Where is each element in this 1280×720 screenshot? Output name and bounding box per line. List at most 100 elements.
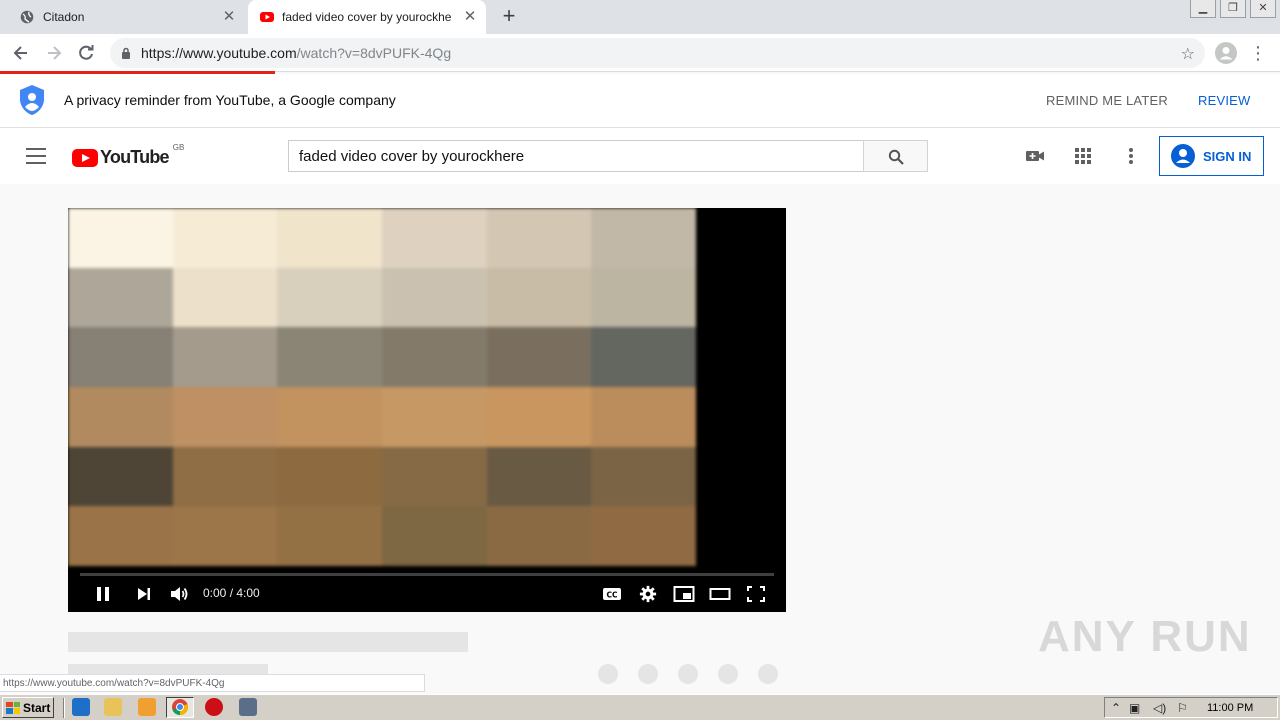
search-button[interactable]	[863, 140, 928, 172]
video-frame-block	[277, 208, 382, 268]
chrome-icon	[172, 699, 189, 716]
video-frame-block	[277, 506, 382, 566]
url-text: https://www.youtube.com/watch?v=8dvPUFK-…	[141, 45, 452, 61]
video-frame-block	[68, 327, 173, 387]
miniplayer-icon[interactable]	[673, 585, 695, 603]
minimize-button[interactable]: ▁	[1190, 0, 1216, 18]
speaker-icon[interactable]: ◁)	[1153, 701, 1166, 715]
guide-menu-icon[interactable]	[26, 148, 46, 164]
video-frame-block	[381, 387, 487, 447]
captions-icon[interactable]: CC	[602, 585, 622, 603]
video-frame-block	[172, 327, 278, 387]
privacy-reminder-banner: A privacy reminder from YouTube, a Googl…	[0, 74, 1280, 128]
loading-dot	[638, 664, 658, 684]
search-value: faded video cover by yourockhere	[299, 148, 525, 165]
close-icon[interactable]: ✕	[221, 9, 237, 25]
tab-youtube[interactable]: faded video cover by yourockhere - ✕	[248, 0, 486, 34]
video-frame-block	[381, 208, 487, 268]
restore-button[interactable]: ❐	[1220, 0, 1246, 18]
opera-icon[interactable]	[205, 698, 223, 716]
next-video-icon[interactable]	[135, 585, 153, 603]
apps-grid-icon[interactable]	[1073, 146, 1093, 166]
video-frame-block	[591, 267, 696, 328]
internet-explorer-icon[interactable]	[72, 698, 90, 716]
close-icon[interactable]: ✕	[462, 9, 478, 25]
review-button[interactable]: REVIEW	[1198, 93, 1250, 108]
profile-avatar-icon[interactable]	[1215, 42, 1237, 64]
network-icon[interactable]: ▣	[1129, 701, 1140, 715]
video-frame-block	[486, 446, 592, 507]
chrome-taskbar-button[interactable]	[166, 697, 194, 718]
video-frame[interactable]	[68, 208, 696, 566]
video-frame-block	[68, 506, 173, 566]
loading-dot	[598, 664, 618, 684]
video-frame-block	[591, 208, 696, 268]
video-frame-block	[591, 446, 696, 507]
tray-expand-icon[interactable]: ⌃	[1111, 701, 1121, 715]
video-frame-block	[277, 327, 382, 387]
video-frame-block	[486, 208, 592, 268]
system-tray: ⌃ ▣ ◁) ⚐ 11:00 PM	[1104, 697, 1278, 718]
youtube-masthead: YouTube GB faded video cover by yourockh…	[0, 128, 1280, 184]
browser-menu-icon[interactable]: ⋮	[1249, 42, 1267, 64]
video-frame-block	[381, 267, 487, 328]
video-frame-block	[277, 267, 382, 328]
browser-tab-strip: Citadon ✕ faded video cover by yourockhe…	[0, 0, 1280, 34]
window-controls: ▁ ❐ ✕	[1190, 0, 1280, 18]
back-icon[interactable]	[10, 42, 32, 64]
sign-in-button[interactable]: SIGN IN	[1159, 136, 1264, 176]
theater-mode-icon[interactable]	[709, 585, 731, 603]
taskbar-clock: 11:00 PM	[1207, 702, 1254, 714]
youtube-favicon-icon	[260, 12, 274, 22]
settings-gear-icon[interactable]	[638, 585, 658, 603]
sign-in-label: SIGN IN	[1203, 148, 1252, 164]
media-player-icon[interactable]	[138, 698, 156, 716]
video-frame-block	[68, 446, 173, 507]
time-display: 0:00 / 4:00	[203, 586, 260, 600]
windows-taskbar: Start ⌃ ▣ ◁) ⚐ 11:00 PM	[0, 694, 1280, 720]
fullscreen-icon[interactable]	[746, 585, 766, 603]
remind-me-later-button[interactable]: REMIND ME LATER	[1046, 93, 1168, 108]
tab-title: faded video cover by yourockhere -	[282, 10, 452, 24]
forward-icon[interactable]	[43, 42, 65, 64]
action-center-flag-icon[interactable]: ⚐	[1177, 701, 1188, 715]
loading-dot	[678, 664, 698, 684]
video-frame-block	[591, 387, 696, 447]
video-frame-block	[486, 267, 592, 328]
bookmark-star-icon[interactable]: ☆	[1181, 44, 1195, 64]
start-button[interactable]: Start	[2, 697, 54, 718]
pause-icon[interactable]	[94, 585, 112, 603]
anyrun-watermark: ANY RUN	[1038, 612, 1252, 661]
remote-desktop-icon[interactable]	[239, 698, 257, 716]
tab-citadon[interactable]: Citadon ✕	[0, 0, 245, 34]
settings-kebab-icon[interactable]	[1121, 146, 1141, 166]
video-player[interactable]: 0:00 / 4:00 CC	[68, 208, 786, 612]
start-label: Start	[23, 700, 51, 715]
new-tab-button[interactable]: +	[499, 5, 519, 27]
video-frame-block	[591, 506, 696, 566]
video-frame-block	[277, 446, 382, 507]
address-bar[interactable]: https://www.youtube.com/watch?v=8dvPUFK-…	[110, 38, 1205, 68]
video-frame-block	[172, 267, 278, 328]
reload-icon[interactable]	[75, 42, 97, 64]
volume-icon[interactable]	[169, 585, 189, 603]
search-input[interactable]: faded video cover by yourockhere	[288, 140, 864, 172]
create-video-icon[interactable]	[1025, 146, 1045, 166]
search-icon	[888, 149, 904, 165]
browser-toolbar: https://www.youtube.com/watch?v=8dvPUFK-…	[0, 34, 1280, 72]
video-frame-block	[68, 387, 173, 447]
video-frame-block	[172, 208, 278, 268]
privacy-message: A privacy reminder from YouTube, a Googl…	[64, 92, 396, 108]
video-frame-block	[381, 506, 487, 566]
window-close-button[interactable]: ✕	[1250, 0, 1276, 18]
loading-dot	[718, 664, 738, 684]
globe-icon	[20, 10, 34, 24]
progress-bar[interactable]	[80, 573, 774, 576]
status-bar-link: https://www.youtube.com/watch?v=8dvPUFK-…	[0, 674, 425, 692]
video-frame-block	[68, 208, 173, 268]
explorer-folder-icon[interactable]	[104, 698, 122, 716]
lock-icon	[122, 47, 130, 59]
loading-dot	[758, 664, 778, 684]
video-frame-block	[486, 387, 592, 447]
youtube-logo[interactable]: YouTube GB	[72, 143, 184, 168]
